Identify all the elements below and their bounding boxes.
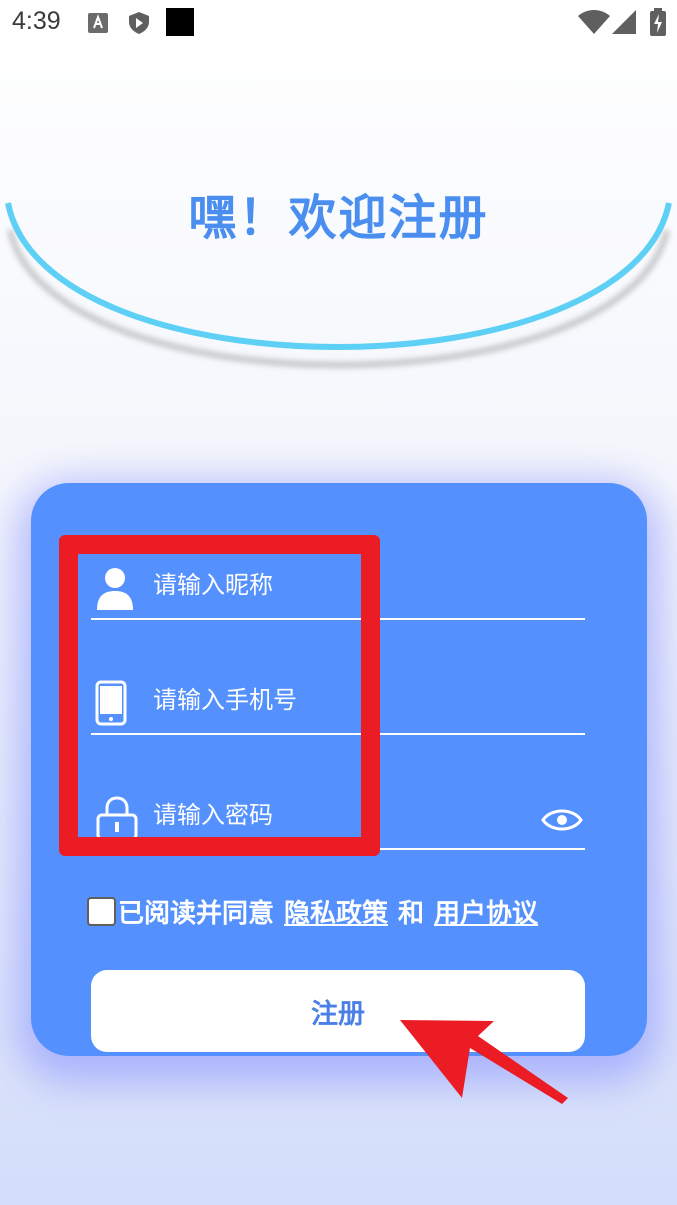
agreement-row: 已阅读并同意 隐私政策 和 用户协议 [87,891,538,931]
agree-checkbox[interactable] [87,896,116,926]
status-bar: 4:39 [0,0,677,46]
agree-text: 已阅读并同意 [118,898,275,929]
annotation-arrow-icon [400,1020,568,1104]
privacy-policy-link[interactable]: 隐私政策 [284,893,388,930]
status-time: 4:39 [12,7,61,35]
shield-play-icon [129,12,149,34]
battery-icon [650,8,666,36]
page-title: 嘿！欢迎注册 [188,190,489,246]
a-notification-icon [88,13,108,33]
black-square-icon [166,8,194,36]
agree-and-text: 和 [398,898,425,929]
show-password-eye-icon[interactable] [541,805,583,835]
wifi-icon [578,10,610,34]
user-agreement-link[interactable]: 用户协议 [434,893,538,930]
annotation-highlight-box [59,535,380,856]
signal-icon [612,10,636,34]
